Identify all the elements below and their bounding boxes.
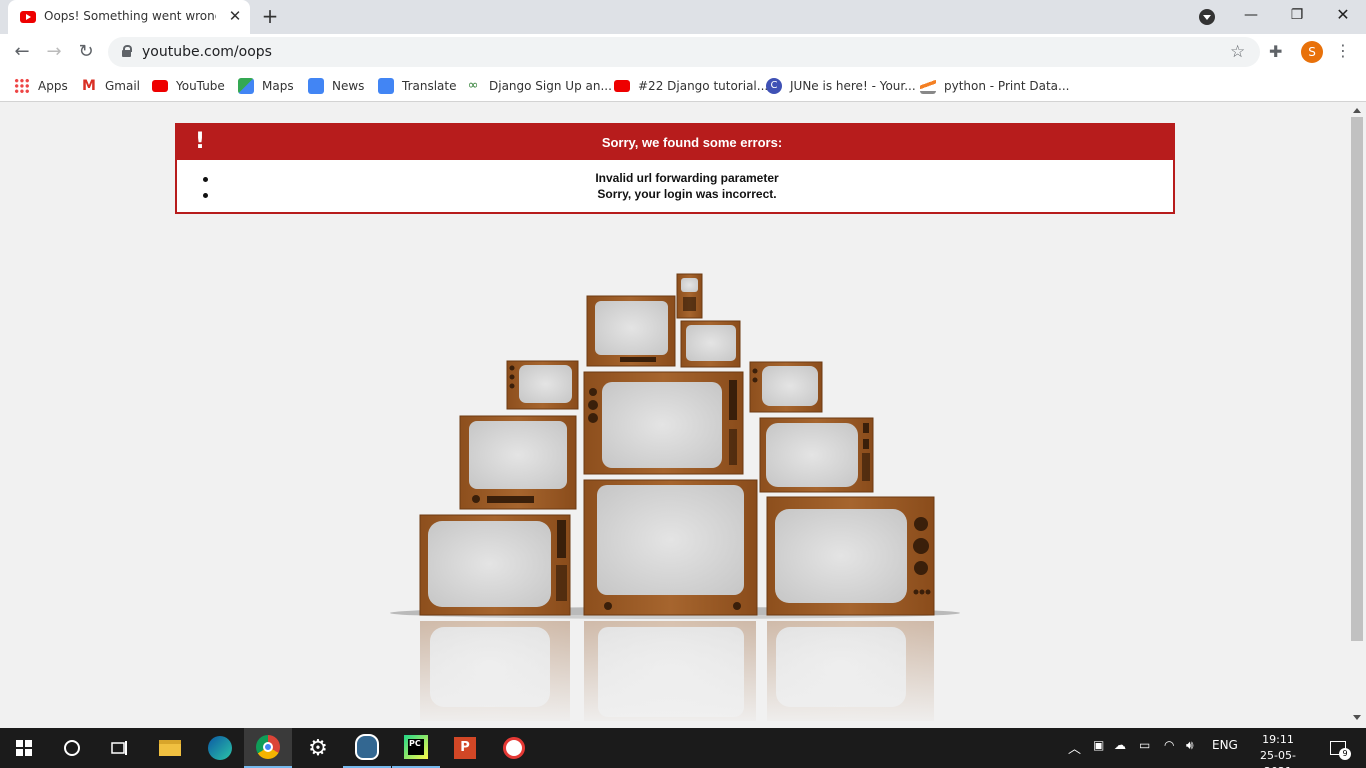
forward-arrow-icon[interactable]: → bbox=[40, 38, 68, 66]
bookmark-translate[interactable]: Translate bbox=[378, 76, 457, 96]
cloud-icon[interactable]: ☁ bbox=[1114, 738, 1126, 752]
page-scrollbar[interactable] bbox=[1349, 103, 1366, 728]
stackoverflow-icon bbox=[920, 78, 936, 94]
tv-small-top bbox=[676, 273, 703, 319]
bookmark-label: Apps bbox=[38, 79, 68, 93]
restore-button[interactable]: ❐ bbox=[1274, 0, 1320, 30]
tv-top-right bbox=[680, 320, 741, 368]
powerpoint-icon[interactable]: P bbox=[441, 728, 489, 768]
minimize-button[interactable]: — bbox=[1228, 0, 1274, 30]
tv-center bbox=[583, 371, 744, 475]
meet-now-icon[interactable]: ▣ bbox=[1093, 738, 1104, 752]
bookmark-apps[interactable]: Apps bbox=[14, 76, 68, 96]
tv-bottom-center bbox=[583, 479, 758, 616]
apps-grid-icon bbox=[14, 78, 30, 94]
bookmark-django-tutorial[interactable]: #22 Django tutorial... bbox=[614, 76, 768, 96]
bookmark-label: News bbox=[332, 79, 365, 93]
clock[interactable]: 19:11 25-05-2021 bbox=[1247, 732, 1309, 768]
tab-close-icon[interactable]: ✕ bbox=[226, 7, 244, 25]
notification-center-icon[interactable]: 9 bbox=[1318, 728, 1358, 768]
tv-left-mid bbox=[459, 415, 577, 510]
stacked-tvs-illustration bbox=[390, 273, 960, 728]
bookmark-star-icon[interactable]: ☆ bbox=[1230, 42, 1245, 62]
language-indicator[interactable]: ENG bbox=[1212, 738, 1238, 752]
youtube-icon bbox=[614, 80, 630, 92]
tv-mid-left-small bbox=[506, 360, 579, 410]
file-explorer-icon[interactable] bbox=[146, 728, 194, 768]
edge-icon[interactable] bbox=[196, 728, 244, 768]
bookmark-label: #22 Django tutorial... bbox=[638, 79, 769, 93]
volume-icon[interactable]: 🔊︎ bbox=[1186, 738, 1194, 753]
bookmark-django-signup[interactable]: ∞ Django Sign Up an... bbox=[465, 76, 612, 96]
bookmark-label: JUNe is here! - Your... bbox=[790, 79, 916, 93]
tv-bottom-left bbox=[419, 514, 571, 616]
gmail-icon: M bbox=[82, 78, 96, 94]
bookmark-label: Gmail bbox=[105, 79, 141, 93]
bookmark-label: Maps bbox=[262, 79, 294, 93]
bookmark-python-print[interactable]: python - Print Data... bbox=[920, 76, 1069, 96]
lock-icon bbox=[122, 45, 132, 57]
close-window-button[interactable]: ✕ bbox=[1320, 0, 1366, 30]
address-bar[interactable]: youtube.com/oops ☆ bbox=[108, 37, 1260, 67]
windows-taskbar: ⚙ PC P ︿ ▣ ☁ ▭ ◠ 🔊︎ ENG 19:11 25-05-2021… bbox=[0, 728, 1366, 768]
tv-top-left bbox=[586, 295, 676, 367]
link-icon: ∞ bbox=[467, 78, 479, 93]
bookmark-label: Translate bbox=[402, 79, 457, 93]
settings-icon[interactable]: ⚙ bbox=[294, 728, 342, 768]
tv-bottom-right bbox=[766, 496, 935, 616]
bookmark-youtube[interactable]: YouTube bbox=[152, 76, 225, 96]
url-text: youtube.com/oops bbox=[142, 44, 272, 60]
youtube-favicon-icon bbox=[20, 11, 36, 23]
reload-icon[interactable]: ↻ bbox=[72, 38, 100, 66]
translate-icon bbox=[378, 78, 394, 94]
tab-search-icon[interactable] bbox=[1199, 9, 1215, 25]
task-view-icon[interactable] bbox=[96, 728, 144, 768]
bookmark-maps[interactable]: Maps bbox=[238, 76, 294, 96]
bookmark-label: python - Print Data... bbox=[944, 79, 1070, 93]
news-icon bbox=[308, 78, 324, 94]
search-circle-icon[interactable] bbox=[48, 728, 96, 768]
bookmark-label: Django Sign Up an... bbox=[489, 79, 612, 93]
clock-date: 25-05-2021 bbox=[1260, 749, 1296, 768]
reflection-fade bbox=[410, 615, 950, 728]
kebab-menu-icon[interactable]: ⋮ bbox=[1335, 41, 1351, 61]
new-tab-button[interactable]: + bbox=[258, 5, 282, 29]
chrome-icon[interactable] bbox=[244, 728, 292, 768]
tv-right-mid bbox=[759, 417, 874, 493]
bookmark-june[interactable]: C JUNe is here! - Your... bbox=[766, 76, 916, 96]
scrollbar-thumb[interactable] bbox=[1351, 117, 1363, 641]
bookmark-news[interactable]: News bbox=[308, 76, 364, 96]
bookmarks-bar: Apps M Gmail YouTube Maps News Translate… bbox=[0, 70, 1366, 102]
tab-strip: Oops! Something went wrong. - ✕ + — ❐ ✕ bbox=[0, 0, 1366, 34]
tv-mid-right-small bbox=[749, 361, 823, 413]
bookmark-label: YouTube bbox=[176, 79, 225, 93]
postgres-icon[interactable] bbox=[343, 728, 391, 768]
maps-icon bbox=[238, 78, 254, 94]
wifi-icon[interactable]: ◠ bbox=[1164, 738, 1174, 752]
page-content: ! Sorry, we found some errors: Invalid u… bbox=[0, 103, 1349, 728]
profile-avatar[interactable]: S bbox=[1301, 41, 1323, 63]
browser-toolbar: ← → ↻ youtube.com/oops ☆ ✚ S ⋮ bbox=[0, 34, 1366, 70]
scroll-down-arrow-icon[interactable] bbox=[1353, 715, 1361, 720]
extensions-puzzle-icon[interactable]: ✚ bbox=[1269, 42, 1282, 61]
back-arrow-icon[interactable]: ← bbox=[8, 38, 36, 66]
clock-time: 19:11 bbox=[1262, 733, 1294, 746]
app-icon[interactable] bbox=[490, 728, 538, 768]
c-icon: C bbox=[766, 78, 782, 94]
browser-tab[interactable]: Oops! Something went wrong. - ✕ bbox=[8, 0, 250, 34]
youtube-icon bbox=[152, 80, 168, 92]
chevron-up-icon[interactable]: ︿ bbox=[1068, 738, 1081, 757]
tab-title: Oops! Something went wrong. - bbox=[44, 9, 216, 23]
bookmark-gmail[interactable]: M Gmail bbox=[81, 76, 140, 96]
pycharm-icon[interactable]: PC bbox=[392, 728, 440, 768]
windows-start-icon[interactable] bbox=[0, 728, 48, 768]
notification-count: 9 bbox=[1339, 748, 1351, 760]
battery-icon[interactable]: ▭ bbox=[1139, 738, 1150, 752]
scroll-up-arrow-icon[interactable] bbox=[1353, 108, 1361, 113]
